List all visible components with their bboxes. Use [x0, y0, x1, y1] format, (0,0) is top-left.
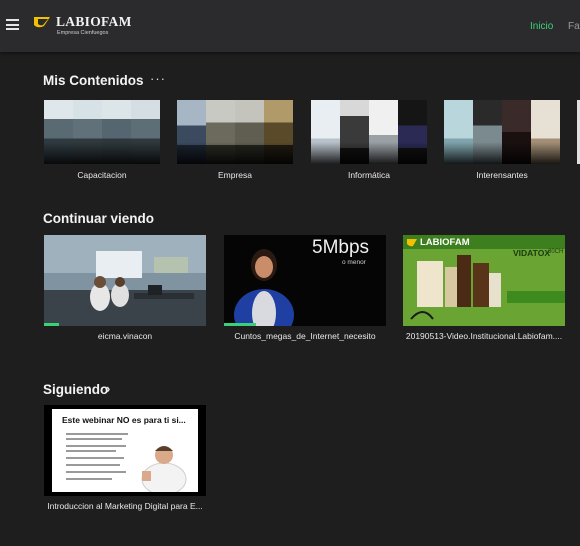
video-label-cuntos-megas: Cuntos_megas_de_Internet_necesito — [234, 331, 376, 341]
top-bar: LABIOFAM Empresa Cienfuegos Inicio Fav — [0, 0, 580, 52]
logo-mark-icon — [34, 17, 50, 28]
folder-thumbnail — [44, 100, 160, 164]
video-label-eicma: eicma.vinacon — [97, 331, 153, 341]
slide-image: Este webinar NO es para ti si... — [52, 409, 198, 492]
video-label-marketing-digital: Introduccion al Marketing Digital para E… — [47, 501, 203, 511]
watch-progress-bar — [44, 323, 59, 326]
office-scene-image — [44, 235, 206, 326]
logo-name: LABIOFAM — [56, 14, 132, 29]
folder-label-empresa: Empresa — [217, 170, 252, 180]
menu-icon[interactable] — [6, 19, 19, 30]
overlay-speed-text: 5Mbps — [312, 237, 370, 258]
video-thumbnail: 5Mbps o menor — [224, 235, 386, 326]
watch-progress-bar — [224, 323, 256, 326]
nav-favoritos[interactable]: Fav — [568, 21, 580, 32]
nav-inicio[interactable]: Inicio — [530, 21, 553, 32]
video-thumbnail: LABIOFAM VIDATOX 30CH — [403, 235, 565, 326]
promo-product-sub: 30CH — [548, 249, 564, 255]
more-options-icon[interactable]: ··· — [150, 71, 166, 86]
section-title-siguiendo[interactable]: Siguiendo — [43, 382, 108, 397]
overlay-speed-subtext: o menor — [342, 259, 366, 266]
promo-brand-text: LABIOFAM — [420, 237, 470, 248]
video-thumbnail: Este webinar NO es para ti si... — [44, 405, 206, 496]
section-title-continuar-viendo: Continuar viendo — [43, 211, 154, 226]
folder-label-interensantes: Interensantes — [476, 170, 528, 180]
video-label-institucional: 20190513-Video.Institucional.Labiofam...… — [405, 331, 563, 341]
logo-subtitle: Empresa Cienfuegos — [57, 30, 109, 36]
folder-thumbnail — [444, 100, 560, 164]
promo-product-text: VIDATOX — [513, 248, 550, 258]
folder-label-informatica: Informática — [347, 170, 391, 180]
folder-thumbnail — [311, 100, 427, 164]
folder-label-capacitacion: Capacitacion — [77, 170, 127, 180]
section-title-mis-contenidos: Mis Contenidos — [43, 73, 144, 88]
folder-thumbnail — [177, 100, 293, 164]
chevron-right-icon[interactable]: › — [106, 381, 110, 396]
video-thumbnail — [44, 235, 206, 326]
